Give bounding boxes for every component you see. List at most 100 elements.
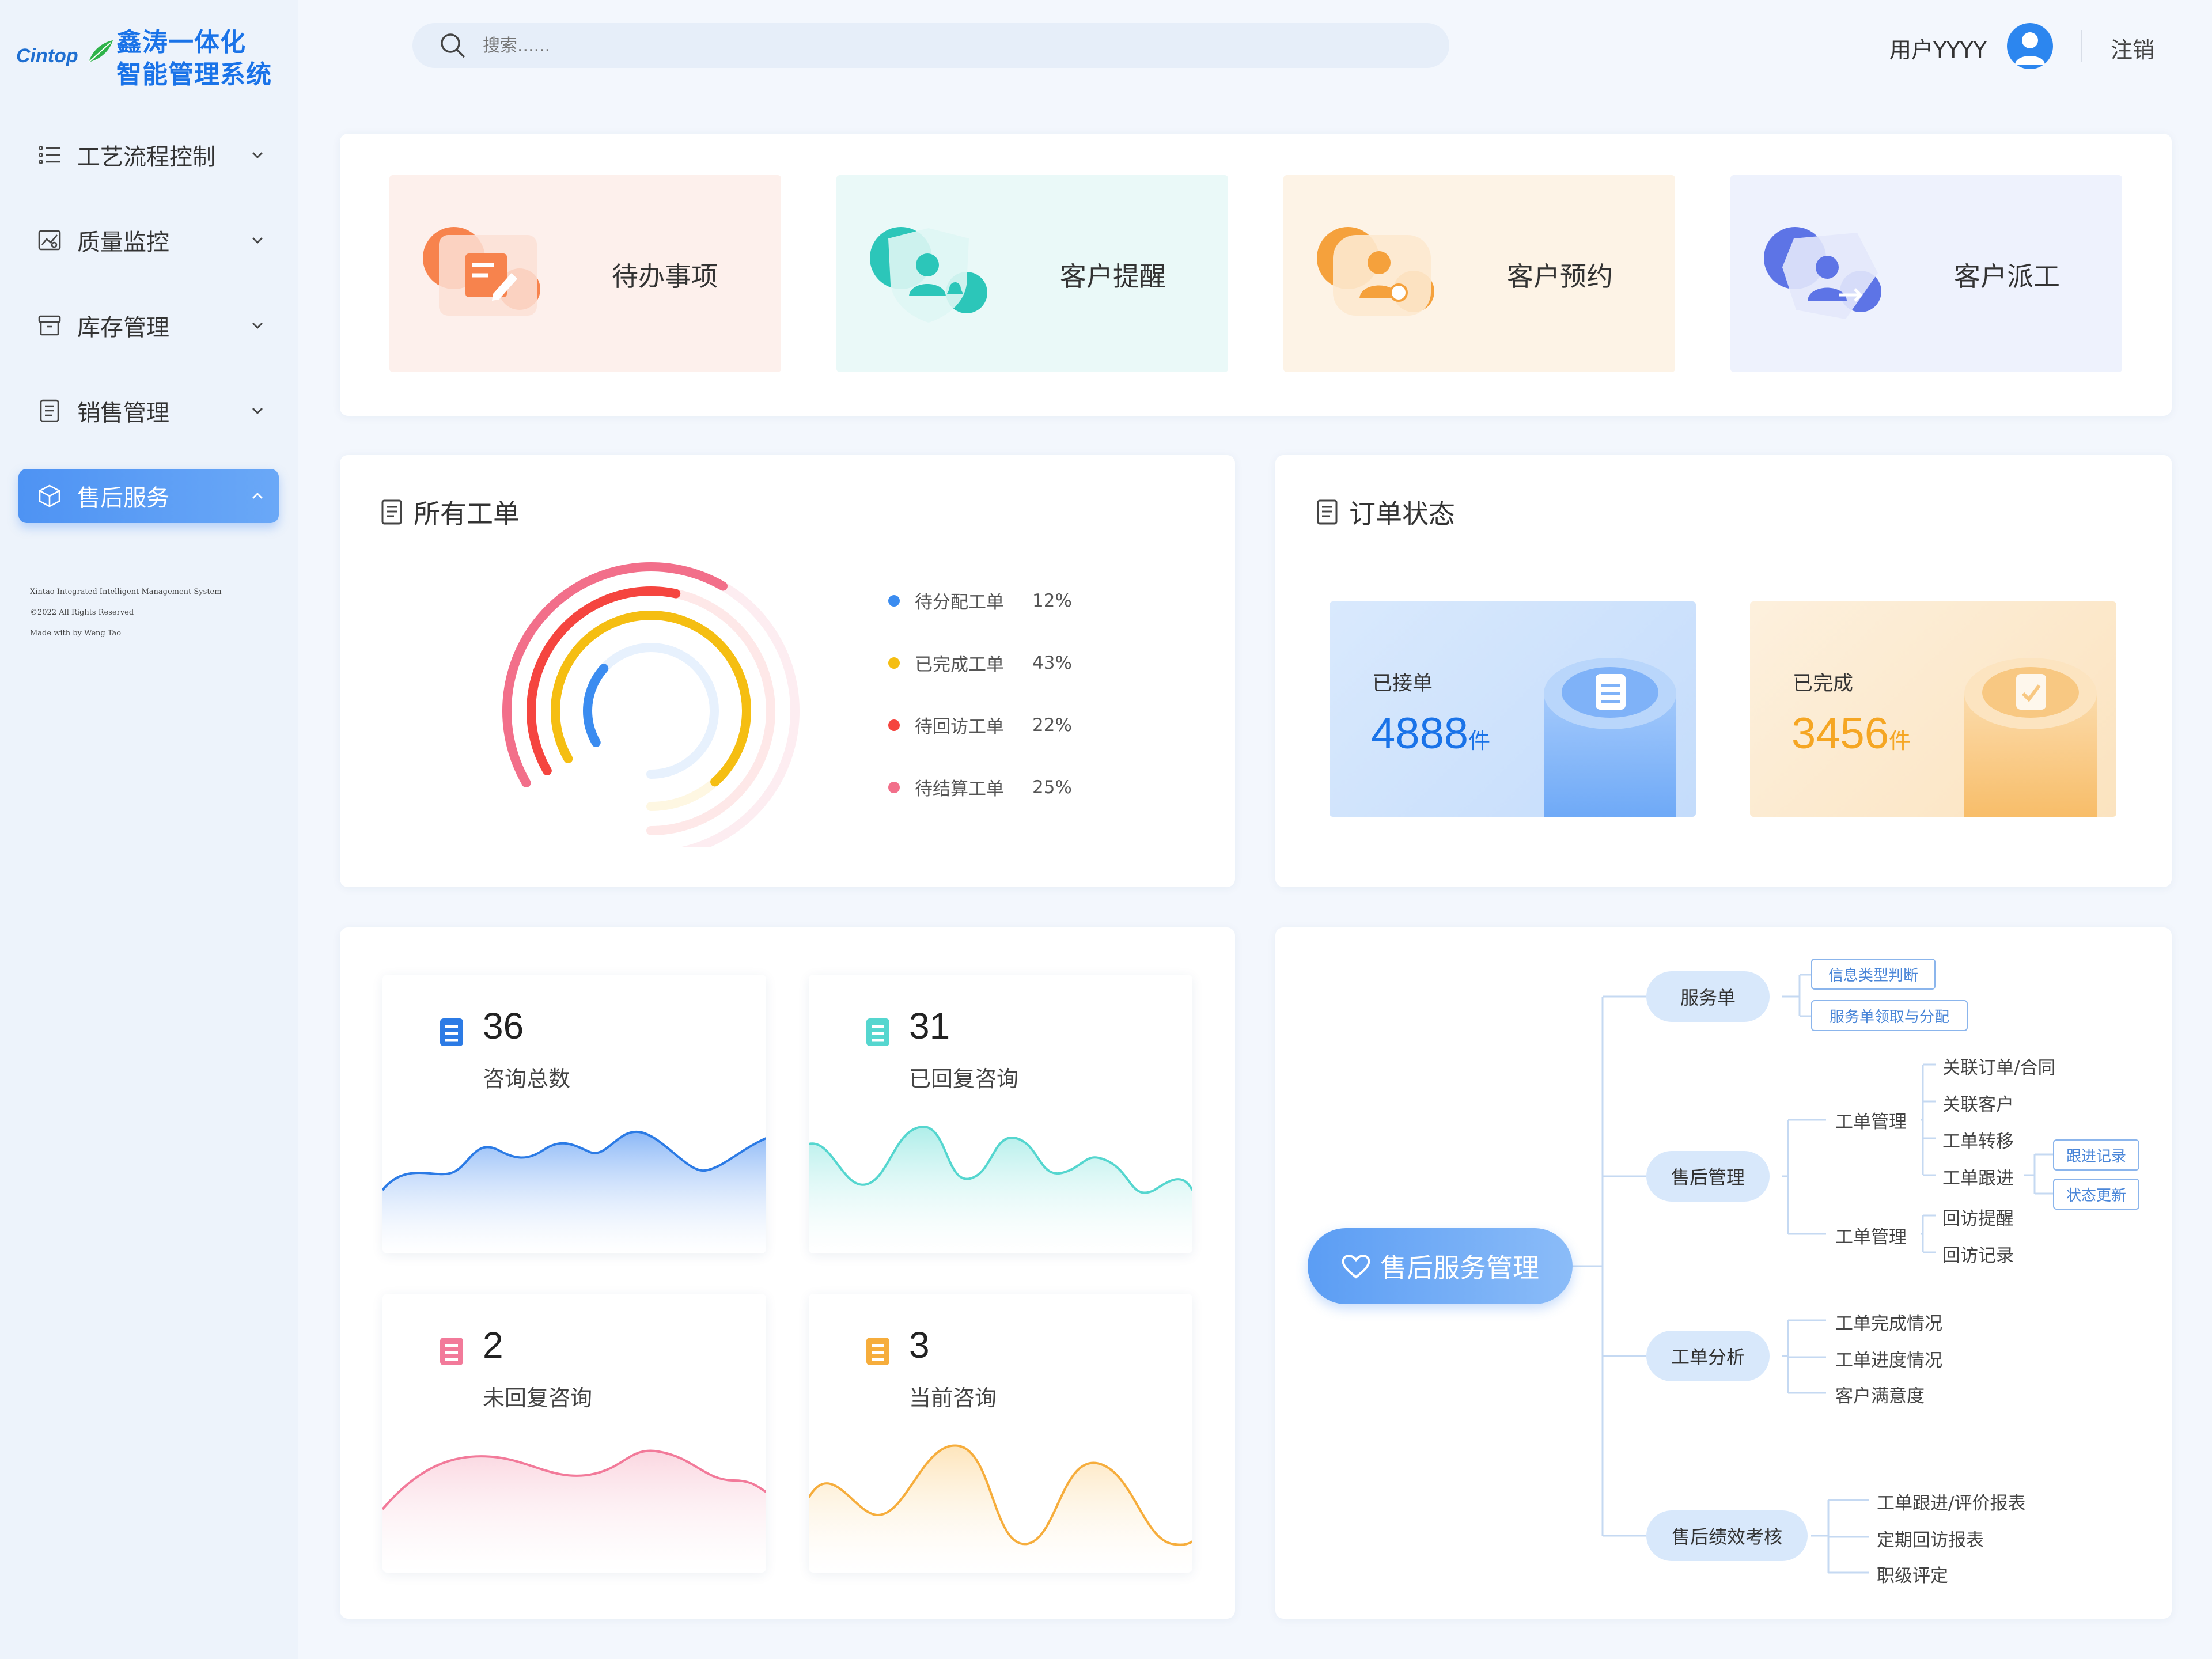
chevron-up-icon [252, 493, 263, 499]
mindmap-node-analysis[interactable]: 工单分析 [1646, 1331, 1770, 1381]
mindmap-leaf[interactable]: 客户满意度 [1835, 1381, 1925, 1407]
user-avatar-icon [2015, 32, 2045, 65]
logout-button[interactable]: 注销 [2111, 32, 2154, 64]
mindmap-root[interactable]: 售后服务管理 [1308, 1228, 1573, 1304]
leaf-logo-icon [88, 40, 113, 63]
document-icon [381, 499, 402, 525]
sidebar-item-sales[interactable]: 销售管理 [18, 384, 279, 438]
sidebar-item-after-sales[interactable]: 售后服务 [18, 469, 279, 523]
chevron-down-icon [252, 408, 263, 414]
quick-action-appointment[interactable]: 客户预约 [1283, 175, 1675, 372]
brand-wordmark: Cintop [16, 45, 78, 67]
document-badge-icon [440, 1338, 463, 1365]
mindmap-leaf[interactable]: 工单完成情况 [1835, 1309, 1942, 1335]
stat-unit: 件 [1889, 728, 1911, 753]
archive-icon [38, 315, 61, 336]
mindmap-node-after-sales[interactable]: 售后管理 [1646, 1151, 1770, 1202]
consult-count: 2 [483, 1324, 503, 1366]
avatar[interactable] [2007, 23, 2053, 69]
app-title-line1: 鑫涛一体化 [116, 28, 246, 57]
app-title: 鑫涛一体化 智能管理系统 [116, 26, 272, 91]
footer-system-name: Xintao Integrated Intelligent Management… [30, 588, 222, 596]
quick-action-label: 客户预约 [1507, 261, 1613, 292]
stat-unit: 件 [1468, 728, 1491, 753]
consult-replied-card[interactable]: 31 已回复咨询 [809, 975, 1192, 1253]
work-orders-title: 所有工单 [380, 493, 520, 531]
legend-dot [888, 657, 900, 669]
mindmap-tag[interactable]: 跟进记录 [2053, 1139, 2139, 1171]
consult-replied-wave [809, 1125, 1192, 1253]
mindmap-leaf[interactable]: 工单跟进/评价报表 [1877, 1488, 2025, 1514]
stat-value: 4888件 [1371, 709, 1490, 759]
consult-unreplied-card[interactable]: 2 未回复咨询 [382, 1294, 766, 1573]
mindmap-node-performance[interactable]: 售后绩效考核 [1646, 1510, 1808, 1561]
radial-bar-1[interactable] [551, 611, 751, 787]
header-divider [2081, 30, 2082, 62]
consult-label: 当前咨询 [909, 1385, 997, 1411]
quick-action-customer-reminder[interactable]: 客户提醒 [836, 175, 1228, 372]
search-bar[interactable] [412, 23, 1449, 68]
sidebar-item-label: 工艺流程控制 [77, 144, 215, 171]
completed-orders-card[interactable]: 已完成 3456件 [1750, 601, 2116, 817]
sidebar-item-process-control[interactable]: 工艺流程控制 [18, 128, 279, 182]
radial-bar-0[interactable] [583, 664, 609, 747]
document-list-icon [40, 399, 59, 422]
quick-action-label: 待办事项 [612, 261, 718, 292]
mindmap-tag[interactable]: 信息类型判断 [1811, 959, 1936, 990]
received-orders-card[interactable]: 已接单 4888件 [1330, 601, 1696, 817]
legend-dot [888, 719, 900, 731]
consult-label: 咨询总数 [483, 1066, 571, 1092]
consult-current-card[interactable]: 3 当前咨询 [809, 1294, 1192, 1573]
consult-count: 31 [909, 1005, 950, 1047]
document-badge-icon [866, 1338, 889, 1365]
mindmap-leaf[interactable]: 关联订单/合同 [1942, 1053, 2055, 1079]
document-badge-icon [866, 1018, 889, 1046]
mindmap-leaf[interactable]: 工单进度情况 [1835, 1346, 1942, 1372]
consult-total-card[interactable]: 36 咨询总数 [382, 975, 766, 1253]
mindmap-leaf[interactable]: 工单跟进 [1942, 1164, 2014, 1190]
customer-reminder-icon [870, 227, 987, 323]
box-icon [39, 484, 60, 507]
stat-number: 4888 [1371, 709, 1469, 758]
footer-credit: Made with by Weng Tao [30, 629, 122, 638]
quick-action-dispatch[interactable]: 客户派工 [1730, 175, 2122, 372]
stat-label: 已完成 [1793, 672, 1854, 695]
mindmap-leaf[interactable]: 职级评定 [1877, 1561, 1948, 1587]
dispatch-icon [1764, 227, 1881, 319]
search-input[interactable] [483, 35, 1347, 56]
chart-image-icon [38, 230, 61, 251]
legend-percent: 22% [1032, 714, 1072, 736]
consult-label: 已回复咨询 [909, 1066, 1019, 1092]
app-title-line2: 智能管理系统 [116, 60, 272, 89]
mindmap-leaf[interactable]: 工单管理 [1835, 1222, 1907, 1248]
mindmap-leaf[interactable]: 关联客户 [1942, 1090, 2014, 1116]
legend-label: 待回访工单 [915, 717, 1004, 737]
quick-action-label: 客户提醒 [1060, 261, 1166, 292]
legend-percent: 43% [1032, 652, 1072, 673]
search-icon [441, 33, 465, 58]
work-orders-radial-chart [502, 562, 800, 847]
user-name[interactable]: 用户YYYY [1889, 32, 1987, 64]
mindmap-leaf[interactable]: 工单管理 [1835, 1107, 1907, 1133]
sidebar-item-quality-monitor[interactable]: 质量监控 [18, 213, 279, 267]
quick-action-todo[interactable]: 待办事项 [389, 175, 781, 372]
app-logo[interactable]: Cintop 鑫涛一体化 智能管理系统 [14, 23, 290, 98]
mindmap-leaf[interactable]: 工单转移 [1942, 1127, 2014, 1153]
mindmap-tag[interactable]: 服务单领取与分配 [1811, 1000, 1968, 1031]
consult-label: 未回复咨询 [483, 1385, 593, 1411]
legend-item: 待结算工单 25% [888, 774, 1072, 800]
sidebar-item-inventory[interactable]: 库存管理 [18, 298, 279, 353]
mindmap-leaf[interactable]: 定期回访报表 [1877, 1525, 1984, 1551]
consult-current-wave [809, 1444, 1192, 1573]
legend-dot [888, 594, 900, 607]
legend-label: 待分配工单 [915, 592, 1004, 613]
mindmap-tag[interactable]: 状态更新 [2053, 1179, 2139, 1210]
chevron-down-icon [252, 323, 263, 329]
mindmap-leaf[interactable]: 回访记录 [1942, 1241, 2014, 1267]
mindmap-node-service-order[interactable]: 服务单 [1646, 971, 1770, 1022]
mindmap-leaf[interactable]: 回访提醒 [1942, 1204, 2014, 1230]
sidebar-item-label: 售后服务 [77, 485, 169, 512]
footer-copyright: ©2022 All Rights Reserved [30, 608, 134, 617]
consult-count: 3 [909, 1324, 930, 1366]
document-icon [1317, 499, 1338, 525]
